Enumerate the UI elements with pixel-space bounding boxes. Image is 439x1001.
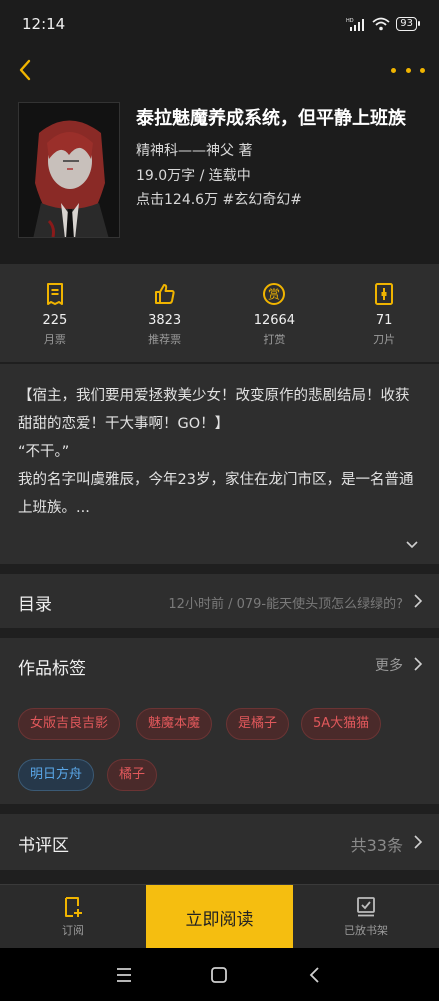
bookshelf-label: 已放书架 <box>344 924 388 937</box>
stat-blade[interactable]: 71 刀片 <box>329 264 439 362</box>
svg-text:HD: HD <box>346 18 354 24</box>
chevron-down-icon[interactable] <box>405 540 419 550</box>
stats-row: 225 月票 3823 推荐票 赏 12664 打赏 71 刀片 <box>0 264 439 362</box>
chevron-right-icon <box>414 835 423 849</box>
tag-chip[interactable]: 女版吉良吉影 <box>18 708 121 740</box>
tag-chip[interactable]: 是橘子 <box>226 708 290 740</box>
bookshelf-button[interactable]: 已放书架 <box>313 885 419 949</box>
reviews-count: 共33条 <box>350 836 403 855</box>
svg-text:赏: 赏 <box>268 288 280 302</box>
tag-chip[interactable]: 橘子 <box>107 759 158 791</box>
reviews-row[interactable]: 书评区 共33条 <box>0 814 439 870</box>
status-bar: 12:14 HD 93 <box>0 0 439 48</box>
synopsis-line: 我的名字叫虞雅辰，今年23岁，家住在龙门市区，是一名普通上班族。... <box>18 472 414 516</box>
menu-icon[interactable] <box>114 965 134 985</box>
section-gap <box>0 628 439 638</box>
synopsis[interactable]: 【宿主，我们要用爱拯救美少女！改变原作的悲剧结局！收获甜甜的恋爱！干大事啊！GO… <box>0 364 439 564</box>
ticket-icon <box>46 283 63 305</box>
tag-chip[interactable]: 明日方舟 <box>18 759 95 791</box>
signal-icon: HD <box>346 18 365 31</box>
tags-more-link[interactable]: 更多 <box>375 655 403 675</box>
section-gap <box>0 564 439 574</box>
subscribe-button[interactable]: 订阅 <box>20 885 126 949</box>
book-cover[interactable] <box>18 102 120 238</box>
chevron-right-icon <box>414 594 423 608</box>
toc-title: 目录 <box>18 595 52 615</box>
tag-chip[interactable]: 5A大猫猫 <box>301 708 382 740</box>
stat-label: 刀片 <box>373 333 396 346</box>
toc-latest-chapter: 12小时前 / 079-能天使头顶怎么绿绿的? <box>168 597 403 612</box>
bookshelf-check-icon <box>357 897 375 917</box>
book-word-count: 19.0万字 / 连载中 <box>136 168 251 184</box>
battery-icon: 93 <box>396 17 420 31</box>
more-options-icon[interactable] <box>391 56 425 84</box>
tags-title: 作品标签 <box>18 659 86 679</box>
subscribe-label: 订阅 <box>62 924 84 937</box>
back-icon[interactable] <box>14 56 38 84</box>
stat-value: 12664 <box>253 313 296 328</box>
toc-row[interactable]: 目录 12小时前 / 079-能天使头顶怎么绿绿的? <box>0 574 439 628</box>
stat-value: 71 <box>375 313 393 328</box>
chevron-right-icon[interactable] <box>413 657 423 671</box>
home-icon[interactable] <box>209 965 229 985</box>
book-header: 泰拉魅魔养成系统，但平静上班族 精神科——神父 著 19.0万字 / 连载中 点… <box>0 48 439 264</box>
stat-value: 225 <box>42 313 68 328</box>
nav-back-icon[interactable] <box>305 965 325 985</box>
book-author[interactable]: 精神科——神父 著 <box>136 140 252 160</box>
reviews-title: 书评区 <box>18 836 69 856</box>
reward-coin-icon: 赏 <box>263 283 286 305</box>
tag-chip[interactable]: 魅魔本魔 <box>136 708 213 740</box>
book-clicks: 点击124.6万 #玄幻奇幻# <box>136 192 302 208</box>
read-now-button[interactable]: 立即阅读 <box>146 885 293 949</box>
blade-icon <box>375 283 394 305</box>
stat-label: 推荐票 <box>148 333 182 346</box>
bottom-action-bar: 订阅 立即阅读 已放书架 <box>0 884 439 949</box>
status-icons: HD 93 <box>346 15 420 33</box>
system-nav-bar <box>0 948 439 1001</box>
book-title: 泰拉魅魔养成系统，但平静上班族 <box>136 108 406 129</box>
stat-monthly-ticket[interactable]: 225 月票 <box>0 264 110 362</box>
stat-label: 月票 <box>43 333 66 346</box>
stat-value: 3823 <box>148 313 182 328</box>
section-gap <box>0 870 439 884</box>
stat-recommend[interactable]: 3823 推荐票 <box>110 264 220 362</box>
status-time: 12:14 <box>22 15 66 33</box>
subscribe-icon <box>65 897 82 917</box>
synopsis-line: 【宿主，我们要用爱拯救美少女！改变原作的悲剧结局！收获甜甜的恋爱！干大事啊！GO… <box>18 388 410 432</box>
stat-reward[interactable]: 赏 12664 打赏 <box>220 264 330 362</box>
stat-label: 打赏 <box>263 333 286 346</box>
wifi-icon <box>372 17 390 31</box>
synopsis-line: “不干。” <box>18 444 70 460</box>
thumbs-up-icon <box>154 284 175 304</box>
section-gap <box>0 804 439 814</box>
